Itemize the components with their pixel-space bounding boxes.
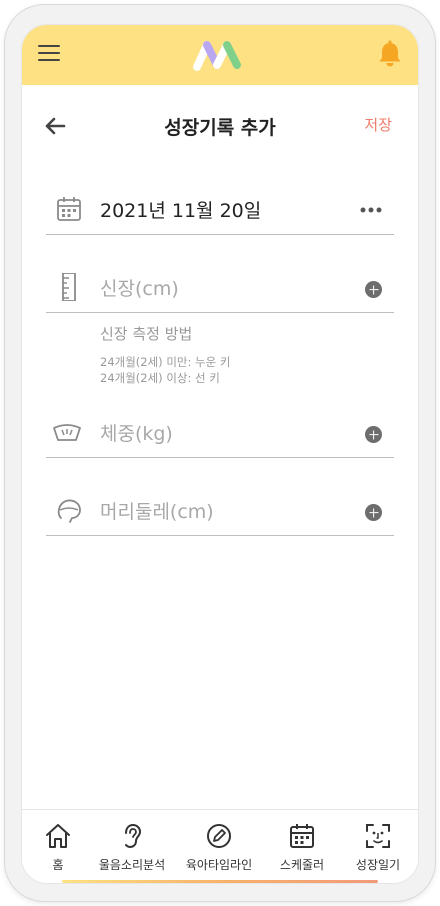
nav-item-home[interactable]: 홈 bbox=[22, 822, 98, 873]
height-field[interactable]: 신장(cm) bbox=[100, 274, 179, 301]
page-title: 성장기록 추가 bbox=[164, 117, 276, 139]
guide-line-under-24m: 24개월(2세) 미만: 누운 키 bbox=[100, 355, 231, 369]
save-button[interactable]: 저장 bbox=[364, 114, 392, 135]
nav-item-scheduler[interactable]: 스케줄러 bbox=[262, 822, 342, 873]
nav-label-home: 홈 bbox=[52, 858, 64, 872]
ear-icon bbox=[125, 823, 142, 849]
date-value: 2021년 11월 20일 bbox=[100, 200, 262, 222]
pencil-icon bbox=[207, 824, 231, 848]
add-head-circumference-icon[interactable] bbox=[365, 504, 382, 521]
head-circumference-row[interactable]: 머리둘레(cm) bbox=[46, 488, 394, 536]
bottom-nav: 홈 울음소리분석 육아타임라인 스케줄러 성장일기 bbox=[22, 809, 418, 883]
date-row[interactable]: 2021년 11월 20일 bbox=[46, 187, 394, 235]
nav-item-timeline[interactable]: 육아타임라인 bbox=[179, 822, 259, 873]
page-header: 성장기록 추가 저장 bbox=[22, 85, 418, 165]
add-weight-icon[interactable] bbox=[365, 426, 382, 443]
height-guide: 신장 측정 방법 24개월(2세) 미만: 누운 키 24개월(2세) 이상: … bbox=[100, 323, 230, 386]
head-circumference-field[interactable]: 머리둘레(cm) bbox=[100, 497, 214, 524]
nav-item-growth-diary[interactable]: 성장일기 bbox=[338, 822, 418, 873]
calendar-icon bbox=[57, 197, 81, 221]
nav-label-cry-analysis: 울음소리분석 bbox=[98, 858, 166, 872]
nav-item-cry-analysis[interactable]: 울음소리분석 bbox=[92, 822, 172, 873]
guide-line-over-24m: 24개월(2세) 이상: 선 키 bbox=[100, 371, 220, 385]
height-row[interactable]: 신장(cm) bbox=[46, 265, 394, 313]
guide-title: 신장 측정 방법 bbox=[100, 325, 193, 343]
app-screen: 성장기록 추가 저장 2021년 11월 20일 신장(cm) 신장 측정 방법… bbox=[21, 24, 419, 884]
more-options-icon[interactable] bbox=[360, 206, 382, 214]
ruler-icon bbox=[62, 273, 76, 301]
nav-label-scheduler: 스케줄러 bbox=[279, 858, 325, 872]
weight-row[interactable]: 체중(kg) bbox=[46, 410, 394, 458]
add-height-icon[interactable] bbox=[365, 281, 382, 298]
app-logo bbox=[193, 41, 241, 71]
hamburger-menu-icon[interactable] bbox=[38, 44, 60, 62]
bell-icon[interactable] bbox=[377, 40, 403, 68]
app-bar bbox=[22, 25, 418, 85]
nav-underline bbox=[62, 880, 378, 883]
head-icon bbox=[57, 499, 81, 523]
scale-icon bbox=[53, 424, 81, 441]
home-icon bbox=[46, 824, 70, 848]
weight-field[interactable]: 체중(kg) bbox=[100, 419, 173, 446]
face-scan-icon bbox=[366, 824, 390, 848]
nav-label-timeline: 육아타임라인 bbox=[185, 858, 253, 872]
calendar-icon bbox=[290, 824, 314, 848]
nav-label-growth-diary: 성장일기 bbox=[355, 858, 401, 872]
